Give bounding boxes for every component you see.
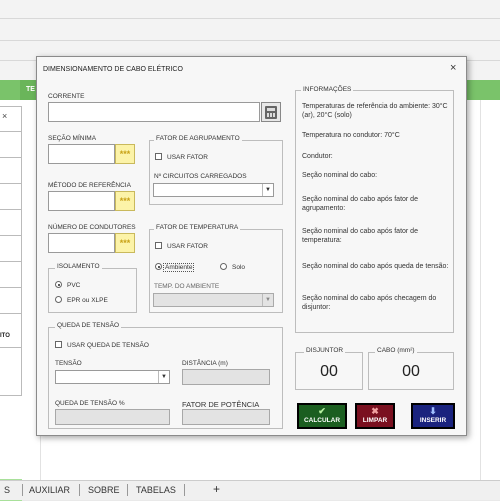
usar-queda-checkbox[interactable]	[55, 341, 62, 348]
inserir-button[interactable]: ⬇ INSERIR	[411, 403, 455, 429]
disjuntor-value: 00	[320, 363, 338, 380]
divider	[0, 313, 22, 314]
info-line-condutor: Condutor:	[302, 153, 333, 160]
check-icon: ✔	[318, 406, 326, 416]
divider	[0, 131, 22, 132]
divider	[0, 287, 22, 288]
divider	[0, 261, 22, 262]
chevron-down-icon: ▼	[158, 371, 169, 383]
cabo-label: CABO (mm²)	[375, 347, 417, 354]
divider	[79, 484, 80, 496]
limpar-button[interactable]: ✖ LIMPAR	[355, 403, 395, 429]
circuitos-select[interactable]: ▼	[153, 183, 274, 197]
temp-ambiente-label: TEMP. DO AMBIENTE	[154, 283, 220, 290]
num-condutores-label: NÚMERO DE CONDUTORES	[48, 224, 136, 231]
secao-minima-label: SEÇÃO MÍNIMA	[48, 135, 97, 142]
agrupamento-label: FATOR DE AGRUPAMENTO	[154, 135, 242, 142]
cabo-value: 00	[402, 363, 420, 380]
queda-label: QUEDA DE TENSÃO	[55, 322, 122, 329]
calcular-label: CALCULAR	[303, 417, 341, 424]
radio-epr-label: EPR ou XLPE	[67, 297, 108, 304]
usar-fator-agrupamento-checkbox[interactable]	[155, 153, 162, 160]
divider	[22, 484, 23, 496]
add-sheet-button[interactable]: +	[213, 482, 220, 496]
metodo-label: MÉTODO DE REFERÊNCIA	[48, 182, 131, 189]
distancia-label: DISTÂNCIA (m)	[182, 360, 228, 367]
radio-solo-label: Solo	[232, 264, 246, 271]
chevron-down-icon: ▼	[262, 294, 273, 306]
divider	[0, 18, 500, 19]
divider	[0, 209, 22, 210]
usar-fator-agrupamento-label: USAR FATOR	[167, 154, 208, 161]
limpar-label: LIMPAR	[362, 417, 388, 424]
radio-solo[interactable]	[220, 263, 227, 270]
info-line-secao-agrupamento: Seção nominal do cabo após fator de agru…	[302, 196, 418, 212]
radio-epr[interactable]	[55, 296, 62, 303]
chevron-down-icon: ▼	[262, 184, 273, 196]
corrente-label: CORRENTE	[48, 93, 85, 100]
fator-potencia-input[interactable]	[182, 409, 270, 425]
metodo-input[interactable]	[48, 191, 115, 211]
radio-pvc[interactable]	[55, 281, 62, 288]
metodo-options-button[interactable]: ***	[115, 191, 135, 211]
corrente-input[interactable]	[48, 102, 260, 122]
circuitos-label: Nº CIRCUITOS CARREGADOS	[154, 173, 247, 180]
radio-ambiente[interactable]	[155, 263, 162, 270]
informacoes-label: INFORMAÇÕES	[301, 86, 354, 93]
sheet-tab-bar	[0, 480, 500, 500]
tensao-select[interactable]: ▼	[55, 370, 170, 384]
info-line-temp-ref: Temperaturas de referência do ambiente: …	[302, 103, 448, 119]
sheet-tab-sobre[interactable]: SOBRE	[88, 485, 120, 495]
side-panel-label: ITO	[0, 333, 10, 339]
info-line-secao-temperatura: Seção nominal do cabo após fator de temp…	[302, 228, 418, 244]
radio-pvc-label: PVC	[67, 282, 81, 289]
fator-potencia-label: FATOR DE POTÊNCIA	[182, 400, 260, 409]
info-line-secao-queda: Seção nominal do cabo após queda de tens…	[302, 263, 449, 270]
usar-queda-label: USAR QUEDA DE TENSÃO	[67, 342, 149, 349]
temperatura-label: FATOR DE TEMPERATURA	[154, 224, 241, 231]
usar-fator-temperatura-checkbox[interactable]	[155, 242, 162, 249]
secao-minima-options-button[interactable]: ***	[115, 144, 135, 164]
calculator-icon[interactable]	[261, 102, 281, 122]
divider	[0, 235, 22, 236]
isolamento-label: ISOLAMENTO	[55, 263, 102, 270]
dialog-title: DIMENSIONAMENTO DE CABO ELÉTRICO	[43, 66, 183, 73]
info-line-temp-condutor: Temperatura no condutor: 70°C	[302, 132, 400, 139]
divider	[0, 183, 22, 184]
sheet-tab-auxiliar[interactable]: AUXILIAR	[29, 485, 70, 495]
distancia-input[interactable]	[182, 369, 270, 385]
temp-ambiente-select[interactable]: ▼	[153, 293, 274, 307]
num-condutores-input[interactable]	[48, 233, 115, 253]
x-icon: ✖	[371, 406, 379, 416]
secao-minima-input[interactable]	[48, 144, 115, 164]
close-icon[interactable]: ×	[450, 62, 456, 74]
arrow-down-icon: ⬇	[429, 406, 437, 416]
radio-ambiente-label: Ambiente	[163, 263, 195, 272]
isolamento-group	[48, 268, 137, 313]
side-form-panel: × ITO	[0, 106, 22, 501]
info-line-secao-disjuntor: Seção nominal do cabo após checagem do d…	[302, 295, 437, 311]
queda-pct-input[interactable]	[55, 409, 170, 425]
divider	[127, 484, 128, 496]
divider	[184, 484, 185, 496]
grid-column-line	[480, 100, 481, 480]
sheet-tab-tabelas[interactable]: TABELAS	[136, 485, 176, 495]
info-line-secao: Seção nominal do cabo:	[302, 172, 378, 179]
tensao-label: TENSÃO	[55, 360, 82, 367]
divider	[0, 40, 500, 41]
divider	[0, 157, 22, 158]
disjuntor-label: DISJUNTOR	[304, 347, 346, 354]
close-icon[interactable]: ×	[2, 111, 7, 121]
num-condutores-options-button[interactable]: ***	[115, 233, 135, 253]
calcular-button[interactable]: ✔ CALCULAR	[297, 403, 347, 429]
inserir-label: INSERIR	[419, 417, 447, 424]
divider	[0, 347, 22, 348]
sheet-tab-partial[interactable]: S	[4, 485, 10, 495]
cable-sizing-dialog: DIMENSIONAMENTO DE CABO ELÉTRICO × CORRE…	[36, 56, 467, 436]
usar-fator-temperatura-label: USAR FATOR	[167, 243, 208, 250]
queda-pct-label: QUEDA DE TENSÃO %	[55, 400, 125, 407]
